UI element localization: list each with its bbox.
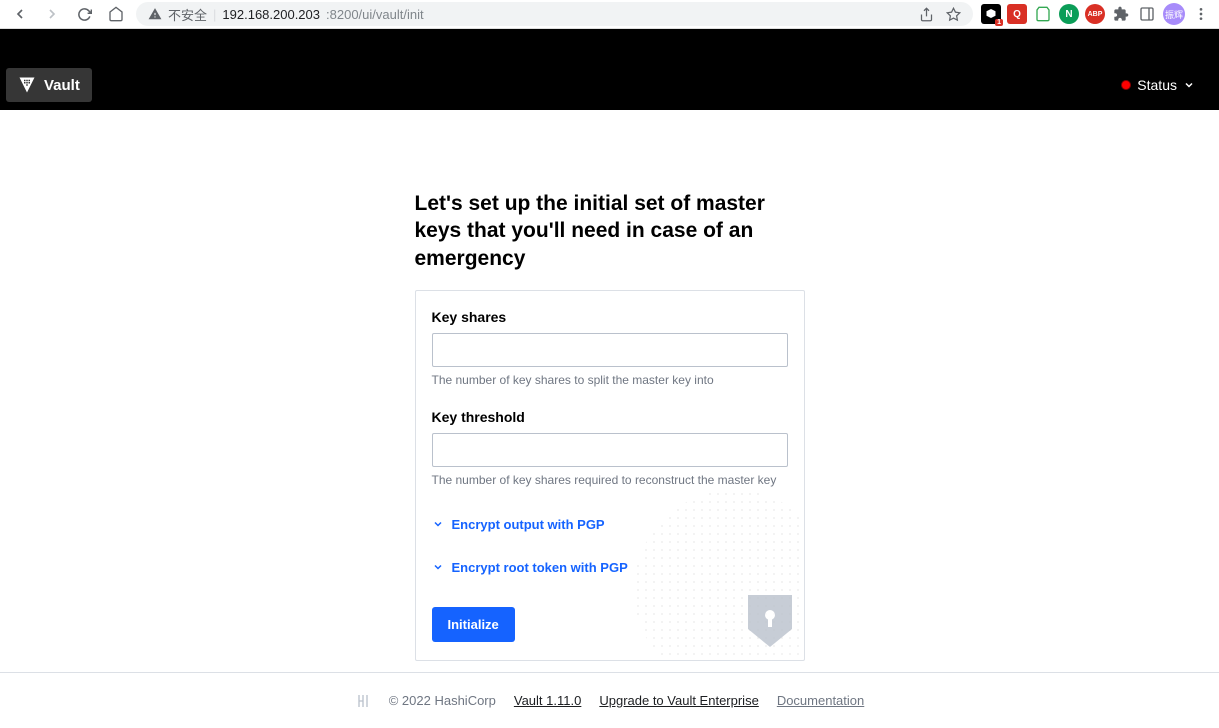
key-shares-input[interactable] bbox=[432, 333, 788, 367]
chevron-down-icon bbox=[1183, 79, 1195, 91]
url-rest: :8200/ui/vault/init bbox=[326, 7, 424, 22]
page-title: Let's set up the initial set of master k… bbox=[415, 190, 805, 272]
ext-icon-1[interactable]: 1 bbox=[981, 4, 1001, 24]
side-panel-icon[interactable] bbox=[1137, 4, 1157, 24]
footer: © 2022 HashiCorp Vault 1.11.0 Upgrade to… bbox=[0, 672, 1219, 728]
extensions-area: 1 Q N ABP 振辉 bbox=[981, 3, 1211, 25]
chevron-down-icon bbox=[432, 561, 444, 573]
encrypt-root-toggle[interactable]: Encrypt root token with PGP bbox=[432, 552, 788, 583]
version-link[interactable]: Vault 1.11.0 bbox=[514, 693, 581, 708]
shield-decoration-icon bbox=[748, 595, 792, 652]
vault-logo[interactable]: Vault bbox=[6, 68, 92, 102]
ext-icon-abp[interactable]: ABP bbox=[1085, 4, 1105, 24]
chevron-down-icon bbox=[432, 518, 444, 530]
key-shares-help: The number of key shares to split the ma… bbox=[432, 373, 788, 387]
share-icon[interactable] bbox=[919, 7, 934, 22]
security-label: 不安全 bbox=[168, 5, 207, 24]
main-content: Let's set up the initial set of master k… bbox=[0, 110, 1219, 672]
insecure-icon bbox=[148, 7, 162, 21]
key-threshold-input[interactable] bbox=[432, 433, 788, 467]
ext-icon-4[interactable]: N bbox=[1059, 4, 1079, 24]
key-threshold-label: Key threshold bbox=[432, 409, 788, 425]
address-bar[interactable]: 不安全 | 192.168.200.203:8200/ui/vault/init bbox=[136, 2, 973, 26]
vault-logo-icon bbox=[18, 76, 36, 94]
encrypt-root-label: Encrypt root token with PGP bbox=[452, 560, 628, 575]
home-button[interactable] bbox=[104, 2, 128, 26]
ext-icon-2[interactable]: Q bbox=[1007, 4, 1027, 24]
vault-header: Vault Status bbox=[0, 60, 1219, 110]
init-card: Key shares The number of key shares to s… bbox=[415, 290, 805, 661]
encrypt-output-toggle[interactable]: Encrypt output with PGP bbox=[432, 509, 788, 540]
ext-icon-3[interactable] bbox=[1033, 4, 1053, 24]
url-host: 192.168.200.203 bbox=[222, 7, 320, 22]
key-threshold-field: Key threshold The number of key shares r… bbox=[432, 409, 788, 487]
encrypt-output-label: Encrypt output with PGP bbox=[452, 517, 605, 532]
docs-link[interactable]: Documentation bbox=[777, 693, 864, 708]
profile-avatar[interactable]: 振辉 bbox=[1163, 3, 1185, 25]
browser-toolbar: 不安全 | 192.168.200.203:8200/ui/vault/init… bbox=[0, 0, 1219, 29]
extensions-menu-icon[interactable] bbox=[1111, 4, 1131, 24]
status-dropdown[interactable]: Status bbox=[1121, 77, 1195, 93]
vault-logo-text: Vault bbox=[44, 77, 80, 94]
initialize-button[interactable]: Initialize bbox=[432, 607, 515, 642]
reload-button[interactable] bbox=[72, 2, 96, 26]
status-indicator-icon bbox=[1121, 80, 1131, 90]
key-shares-field: Key shares The number of key shares to s… bbox=[432, 309, 788, 387]
upgrade-link[interactable]: Upgrade to Vault Enterprise bbox=[599, 693, 758, 708]
browser-tab-strip bbox=[0, 29, 1219, 60]
key-shares-label: Key shares bbox=[432, 309, 788, 325]
forward-button[interactable] bbox=[40, 2, 64, 26]
kebab-menu-icon[interactable] bbox=[1191, 4, 1211, 24]
status-label: Status bbox=[1137, 77, 1177, 93]
bookmark-star-icon[interactable] bbox=[946, 7, 961, 22]
hashicorp-logo-icon bbox=[355, 693, 371, 709]
key-threshold-help: The number of key shares required to rec… bbox=[432, 473, 788, 487]
copyright-text: © 2022 HashiCorp bbox=[389, 693, 496, 708]
back-button[interactable] bbox=[8, 2, 32, 26]
